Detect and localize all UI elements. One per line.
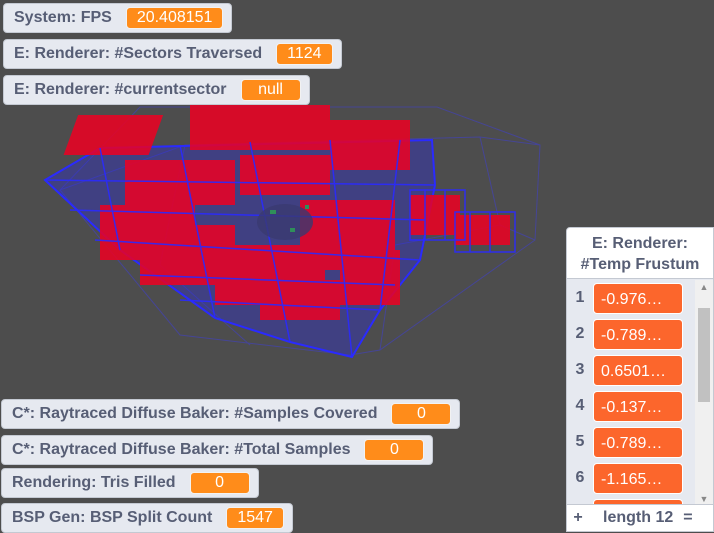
monitor-label: System: FPS [14,9,112,26]
center-hole [257,204,313,240]
list-item-index: 6 [575,469,585,486]
list-item-index: 4 [575,397,585,414]
list-item-index: 5 [575,433,585,450]
list-item-index: 3 [575,361,585,378]
list-item-value[interactable]: 0.6501… [593,354,683,386]
monitor-current-sector[interactable]: E: Renderer: #currentsector null [3,75,310,105]
monitor-value: 20.408151 [125,7,224,29]
list-item[interactable]: 1 -0.976… [567,280,713,316]
list-item[interactable]: 6 -1.165… [567,460,713,496]
monitor-label: BSP Gen: BSP Split Count [12,509,213,526]
monitor-value: 0 [364,439,425,461]
scroll-thumb[interactable] [698,308,710,402]
monitor-value: 0 [391,403,452,425]
list-item-value[interactable]: -1.165… [593,462,683,494]
list-item-index: 2 [575,325,585,342]
list-item-value[interactable]: -0.789… [593,426,683,458]
monitor-label: E: Renderer: #currentsector [14,81,227,98]
list-title-line1: E: Renderer: [591,235,689,252]
monitor-label: C*: Raytraced Diffuse Baker: #Total Samp… [12,441,351,458]
add-item-button[interactable]: + [567,509,589,527]
monitor-fps[interactable]: System: FPS 20.408151 [3,3,233,33]
list-scrollbar[interactable]: ▲ ▼ [695,280,713,506]
list-footer: + length 12 = [567,504,713,531]
list-item[interactable]: 4 -0.137… [567,388,713,424]
list-monitor-temp-frustum[interactable]: E: Renderer: #Temp Frustum 1 -0.976… 2 -… [566,227,714,532]
list-item-index: 1 [575,289,585,306]
monitor-value: null [240,79,301,101]
list-item[interactable]: 5 -0.789… [567,424,713,460]
list-item-value[interactable]: -0.976… [593,282,683,314]
monitor-label: Rendering: Tris Filled [12,474,176,491]
resize-handle-icon[interactable]: = [683,509,692,527]
monitor-bsp-split-count[interactable]: BSP Gen: BSP Split Count 1547 [1,503,293,533]
monitor-value: 0 [189,472,250,494]
scroll-up-arrow-icon[interactable]: ▲ [695,280,713,294]
monitor-samples-covered[interactable]: C*: Raytraced Diffuse Baker: #Samples Co… [1,399,461,429]
stage: System: FPS 20.408151 E: Renderer: #Sect… [0,0,714,533]
list-length: length 12 [603,509,674,526]
monitor-label: C*: Raytraced Diffuse Baker: #Samples Co… [12,405,378,422]
list-body: 1 -0.976… 2 -0.789… 3 0.6501… 4 -0.137… … [567,280,713,506]
list-item[interactable]: 3 0.6501… [567,352,713,388]
monitor-value: 1547 [226,507,284,529]
list-item-value[interactable]: -0.789… [593,318,683,350]
monitor-label: E: Renderer: #Sectors Traversed [14,45,263,62]
monitor-tris-filled[interactable]: Rendering: Tris Filled 0 [1,468,259,498]
list-title: E: Renderer: #Temp Frustum [567,228,713,279]
monitor-total-samples[interactable]: C*: Raytraced Diffuse Baker: #Total Samp… [1,435,434,465]
monitor-value: 1124 [276,43,333,65]
list-title-line2: #Temp Frustum [580,256,700,273]
list-item[interactable]: 2 -0.789… [567,316,713,352]
list-item-value[interactable]: -0.137… [593,390,683,422]
monitor-sectors-traversed[interactable]: E: Renderer: #Sectors Traversed 1124 [3,39,342,69]
